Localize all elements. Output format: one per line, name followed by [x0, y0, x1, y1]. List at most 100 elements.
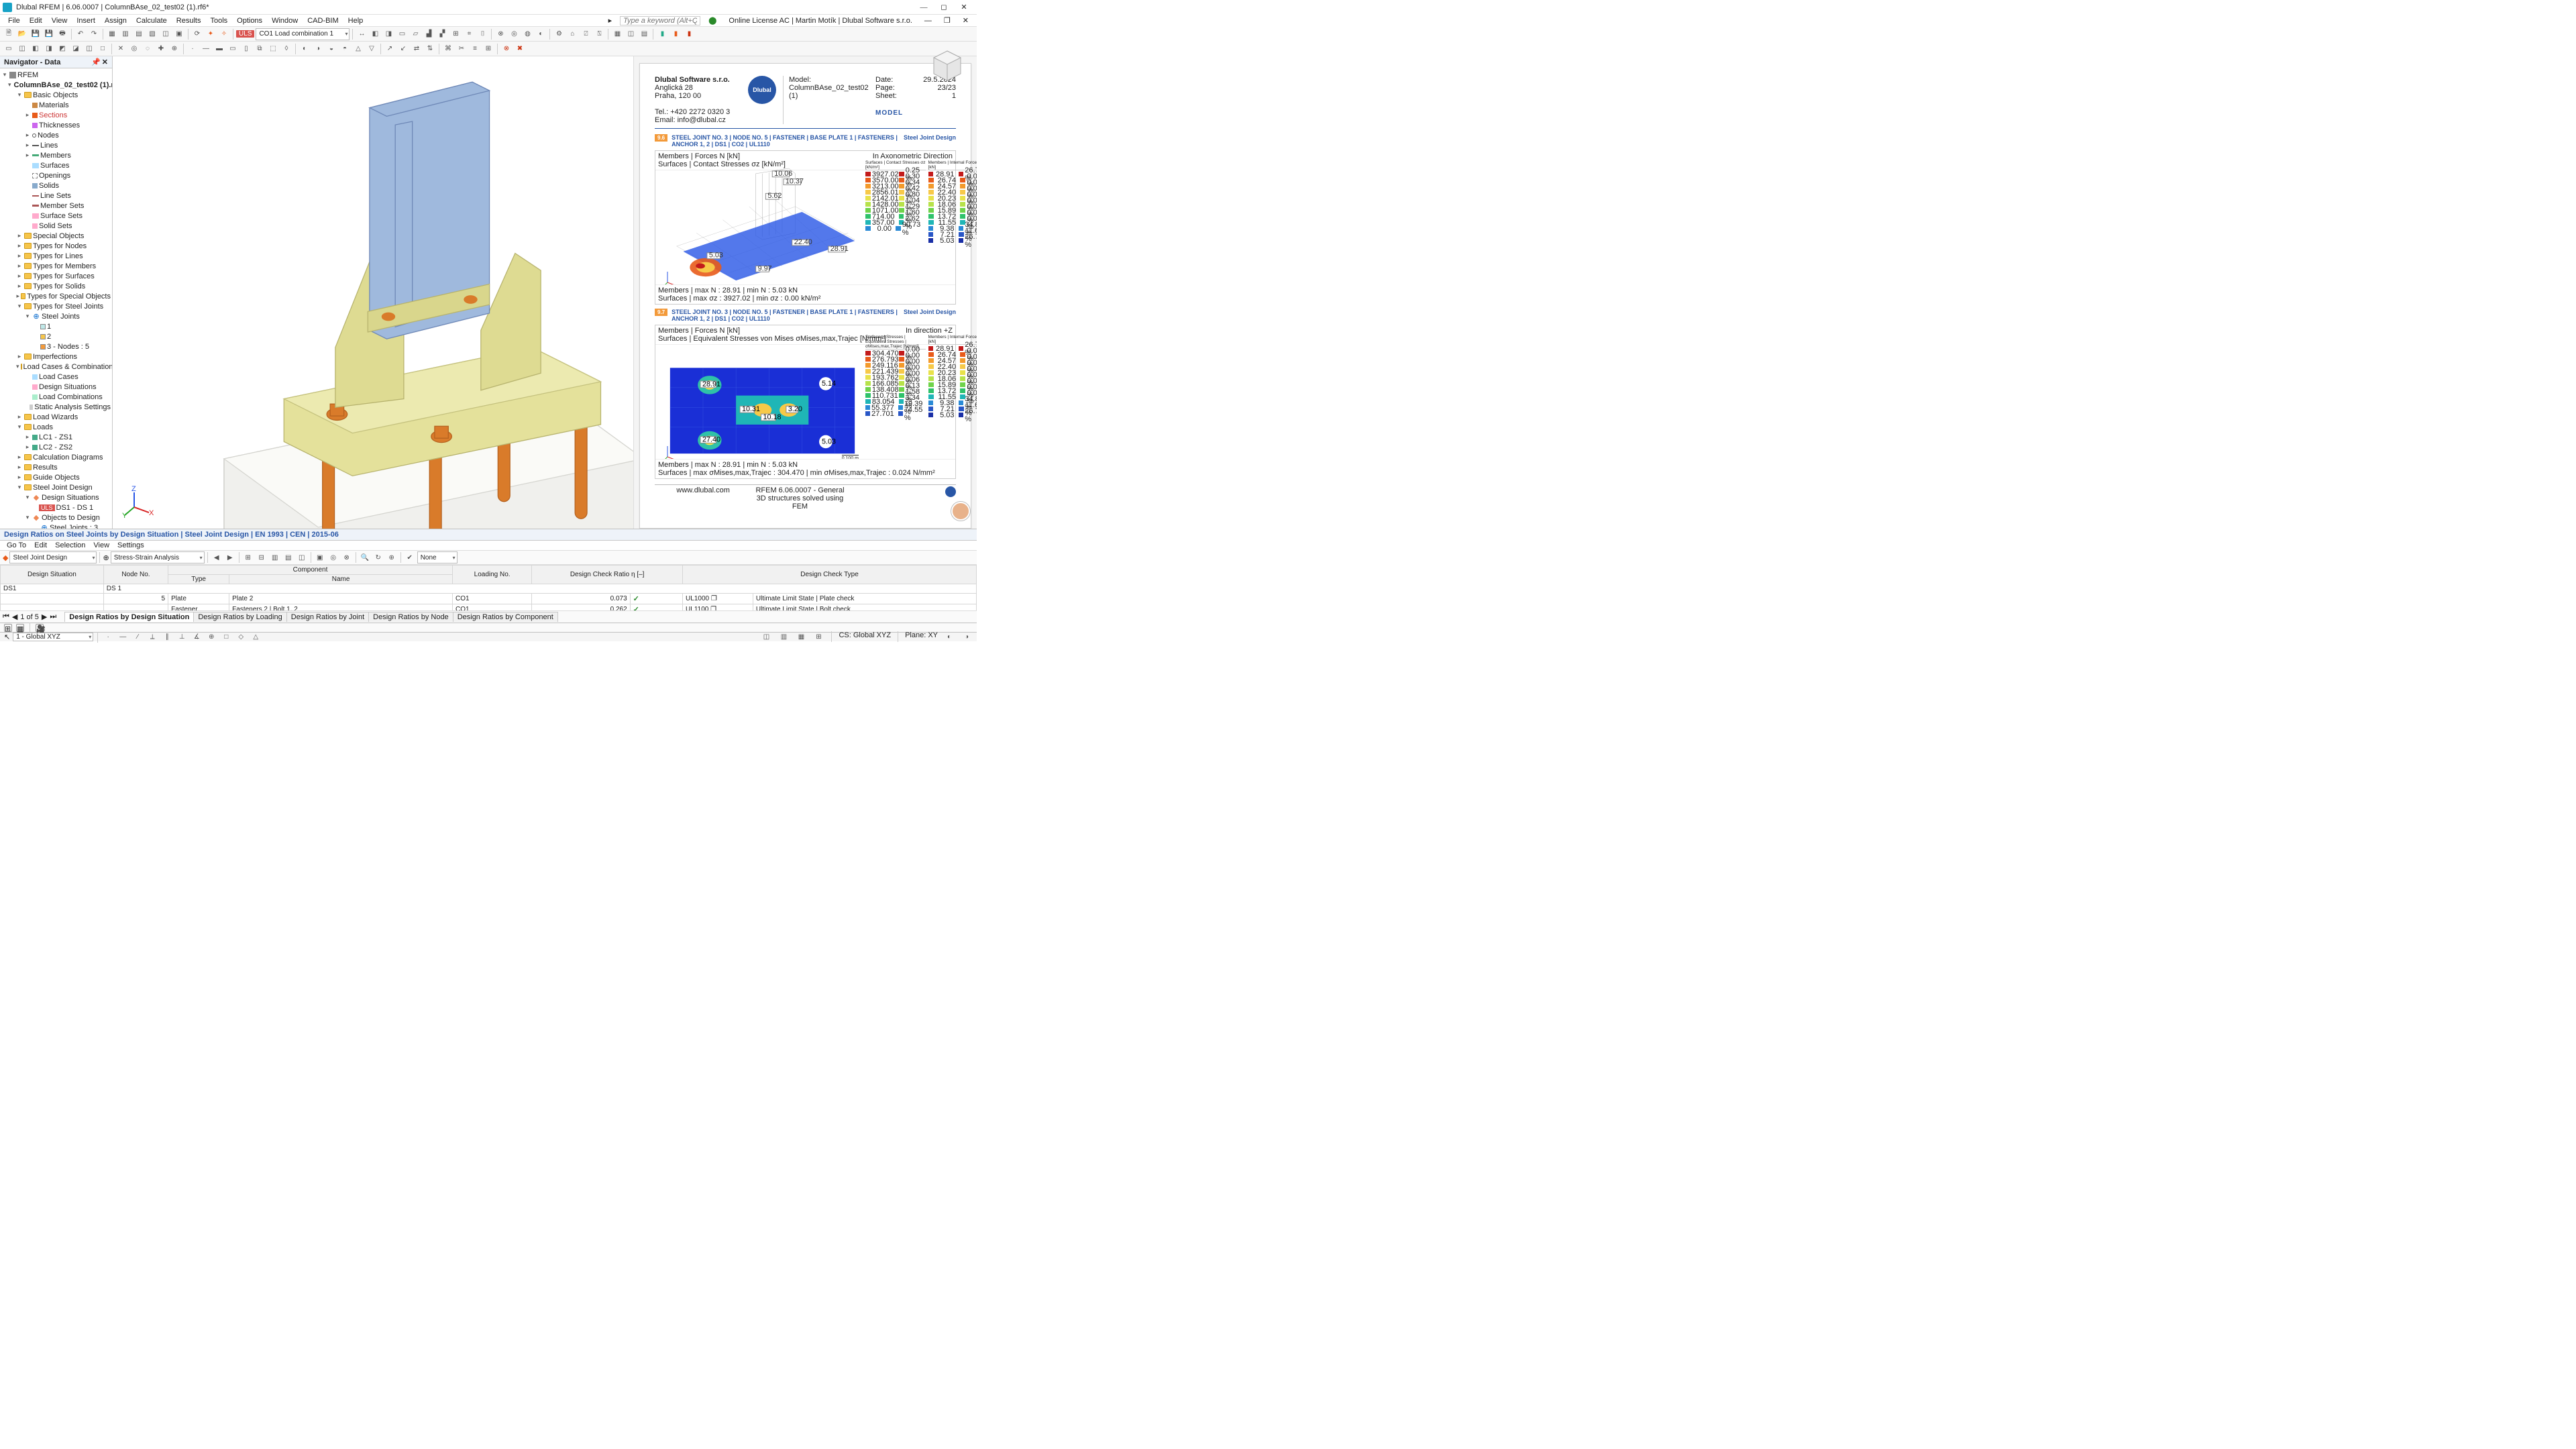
grid-icon[interactable]: ▦ [106, 28, 118, 40]
res-filter-combo[interactable]: None [417, 551, 458, 564]
tab-component[interactable]: Design Ratios by Component [453, 612, 558, 622]
tb-o[interactable]: ⚙ [553, 28, 565, 40]
prev-icon[interactable]: ◀ [12, 612, 17, 621]
nav-close-icon[interactable]: ✕ [102, 58, 108, 66]
tab-loading[interactable]: Design Ratios by Loading [193, 612, 286, 622]
layout1-icon[interactable]: ▥ [119, 28, 131, 40]
rtb7[interactable]: ◫ [296, 551, 308, 564]
t2aa[interactable]: ▽ [366, 43, 378, 55]
first-icon[interactable]: ⏮ [3, 612, 9, 621]
menu-options[interactable]: Options [233, 16, 266, 25]
t2d[interactable]: ◨ [43, 43, 55, 55]
res-calc-icon[interactable]: ⊕ [103, 553, 109, 562]
tb-h[interactable]: ⊞ [449, 28, 462, 40]
sbr6[interactable]: ◑ [961, 631, 973, 643]
tb-v[interactable]: ▮ [656, 28, 668, 40]
save-icon[interactable]: 💾 [30, 28, 42, 40]
t2m[interactable]: ⊕ [168, 43, 180, 55]
rtb1[interactable]: ◀ [211, 551, 223, 564]
new-icon[interactable]: 🗎 [3, 28, 15, 40]
foot-b[interactable]: ▦ [16, 624, 24, 632]
user-avatar-icon[interactable] [951, 502, 970, 521]
keyword-search[interactable] [620, 16, 700, 25]
t2ak[interactable]: ✖ [514, 43, 526, 55]
open-icon[interactable]: 📂 [16, 28, 28, 40]
menu-window[interactable]: Window [268, 16, 302, 25]
navigator-tree[interactable]: ▾RFEM ▾ColumnBAse_02_test02 (1).rf6* ▾Ba… [0, 68, 112, 529]
t2l[interactable]: ✚ [155, 43, 167, 55]
nav-pin-icon[interactable]: 📌 [91, 58, 101, 66]
t2s[interactable]: ⧉ [254, 43, 266, 55]
minimize-button[interactable]: — [914, 0, 934, 15]
next-icon[interactable]: ▶ [42, 612, 47, 621]
menu-view[interactable]: View [48, 16, 72, 25]
tb-j[interactable]: ⌷ [476, 28, 488, 40]
sb-cursor-icon[interactable]: ↖ [4, 633, 10, 641]
tb-b[interactable]: ◧ [369, 28, 381, 40]
menu-cadbim[interactable]: CAD-BIM [303, 16, 342, 25]
rtb4[interactable]: ⊟ [256, 551, 268, 564]
foot-c[interactable]: 🎥 [36, 624, 44, 632]
t2aj[interactable]: ⊗ [500, 43, 513, 55]
t2u[interactable]: ◊ [280, 43, 292, 55]
sbc[interactable]: ∕ [131, 631, 144, 643]
sbr2[interactable]: ▥ [777, 631, 790, 643]
res-analysis-combo[interactable]: Stress-Strain Analysis [111, 551, 205, 564]
rtb5[interactable]: ▥ [269, 551, 281, 564]
t2o[interactable]: — [200, 43, 212, 55]
rtb6[interactable]: ▤ [282, 551, 294, 564]
table-row[interactable]: 5PlatePlate 2CO10.073✓UL1000 ❐Ultimate L… [1, 594, 977, 604]
tb-g[interactable]: ▞ [436, 28, 448, 40]
res-sel[interactable]: Selection [52, 541, 88, 549]
res-settings[interactable]: Settings [115, 541, 147, 549]
t2q[interactable]: ▭ [227, 43, 239, 55]
t2af[interactable]: ⌘ [442, 43, 454, 55]
sbr5[interactable]: ◐ [943, 631, 955, 643]
rtb11[interactable]: 🔍 [359, 551, 371, 564]
saveall-icon[interactable]: 💾 [43, 28, 55, 40]
menu-tools[interactable]: Tools [206, 16, 231, 25]
tb-m[interactable]: ◍ [521, 28, 533, 40]
last-icon[interactable]: ⏭ [50, 612, 56, 621]
sbg[interactable]: ∡ [191, 631, 203, 643]
tb-w[interactable]: ▮ [669, 28, 682, 40]
t2h[interactable]: □ [97, 43, 109, 55]
tb-a[interactable]: ↔ [356, 28, 368, 40]
t2y[interactable]: ◓ [339, 43, 351, 55]
t2g[interactable]: ◫ [83, 43, 95, 55]
t2c[interactable]: ◧ [30, 43, 42, 55]
sbr1[interactable]: ◫ [760, 631, 772, 643]
res-view[interactable]: View [91, 541, 112, 549]
rtb8[interactable]: ▣ [314, 551, 326, 564]
load-combo[interactable]: CO1 Load combination 1 [256, 28, 350, 40]
t2ai[interactable]: ⊞ [482, 43, 494, 55]
rtb12[interactable]: ↻ [372, 551, 384, 564]
tb-i[interactable]: ⌗ [463, 28, 475, 40]
layout5-icon[interactable]: ▣ [173, 28, 185, 40]
tb-u[interactable]: ▤ [638, 28, 650, 40]
layout3-icon[interactable]: ▧ [146, 28, 158, 40]
doc-min-icon[interactable]: — [920, 16, 936, 25]
tab-joint[interactable]: Design Ratios by Joint [286, 612, 369, 622]
sbk[interactable]: △ [250, 631, 262, 643]
t2b[interactable]: ◫ [16, 43, 28, 55]
t2f[interactable]: ◪ [70, 43, 82, 55]
tab-ds[interactable]: Design Ratios by Design Situation [64, 612, 194, 622]
t2z[interactable]: △ [352, 43, 364, 55]
t2j[interactable]: ◎ [128, 43, 140, 55]
tab-node[interactable]: Design Ratios by Node [368, 612, 453, 622]
t2ad[interactable]: ⇄ [411, 43, 423, 55]
model-viewport[interactable]: Z Y X [113, 56, 633, 529]
tb-n[interactable]: ◐ [535, 28, 547, 40]
rtb3[interactable]: ⊞ [242, 551, 254, 564]
rtb10[interactable]: ⊗ [341, 551, 353, 564]
layout2-icon[interactable]: ▤ [133, 28, 145, 40]
refresh-icon[interactable]: ⟳ [191, 28, 203, 40]
results-grid[interactable]: Design Situation Node No. Component Load… [0, 565, 977, 610]
foot-a[interactable]: ⊞ [4, 624, 12, 632]
sbe[interactable]: ∥ [161, 631, 173, 643]
sbd[interactable]: ⟂ [146, 631, 158, 643]
menu-file[interactable]: File [4, 16, 24, 25]
view-cube-icon[interactable] [928, 47, 966, 85]
menu-help[interactable]: Help [344, 16, 368, 25]
